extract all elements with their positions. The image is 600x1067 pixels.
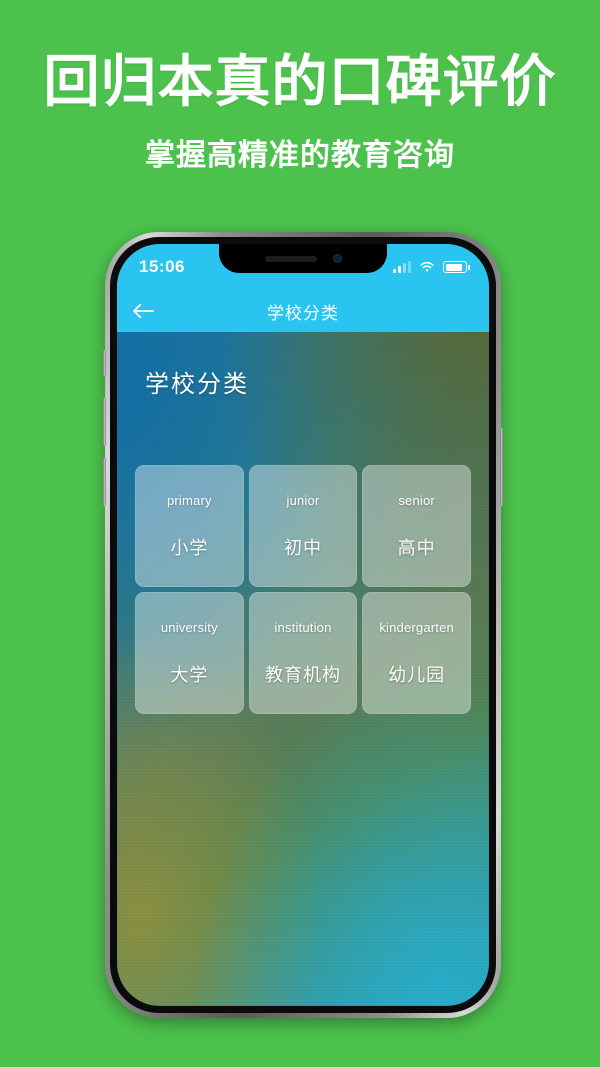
category-card-primary[interactable]: primary 小学 <box>135 465 244 587</box>
category-card-junior[interactable]: junior 初中 <box>248 465 358 587</box>
promo-banner: 回归本真的口碑评价 掌握高精准的教育咨询 <box>0 0 600 174</box>
page-title: 学校分类 <box>145 371 249 398</box>
promo-title: 回归本真的口碑评价 <box>43 50 557 113</box>
category-grid: primary 小学 junior 初中 senior 高中 universit… <box>135 465 471 714</box>
back-arrow-icon <box>133 303 154 319</box>
category-label-en: kindergarten <box>379 619 454 635</box>
category-label-en: university <box>160 619 218 635</box>
phone-notch <box>219 244 387 273</box>
category-label-cn: 高中 <box>397 537 436 558</box>
category-label-cn: 大学 <box>170 664 209 685</box>
earpiece-speaker-icon <box>264 255 317 262</box>
volume-down-button[interactable] <box>103 458 106 506</box>
battery-icon <box>443 261 470 273</box>
category-card-institution[interactable]: institution 教育机构 <box>248 592 358 714</box>
volume-up-button[interactable] <box>103 398 106 446</box>
category-label-en: junior <box>286 492 320 508</box>
category-label-cn: 小学 <box>170 537 209 558</box>
phone-bezel: 15:06 学校分类 学校分类 primary 小学 junior 初中 sen… <box>110 237 496 1013</box>
promo-subtitle: 掌握高精准的教育咨询 <box>145 139 455 173</box>
category-label-cn: 幼儿园 <box>388 664 446 685</box>
category-card-senior[interactable]: senior 高中 <box>362 465 471 587</box>
category-card-university[interactable]: university 大学 <box>135 592 244 714</box>
front-camera-icon <box>332 254 342 263</box>
nav-title: 学校分类 <box>267 303 339 323</box>
category-label-en: senior <box>398 492 435 508</box>
category-card-kindergarten[interactable]: kindergarten 幼儿园 <box>362 592 471 714</box>
wifi-icon <box>420 262 434 272</box>
power-button[interactable] <box>500 428 503 506</box>
status-icons <box>393 261 470 273</box>
nav-bar: 学校分类 <box>117 290 489 332</box>
category-label-en: institution <box>274 619 332 635</box>
back-button[interactable] <box>117 290 169 332</box>
phone-mockup: 15:06 学校分类 学校分类 primary 小学 junior 初中 sen… <box>103 232 503 1018</box>
category-label-cn: 初中 <box>283 537 322 558</box>
status-clock: 15:06 <box>139 257 185 276</box>
category-label-cn: 教育机构 <box>264 664 341 685</box>
page-content: 学校分类 primary 小学 junior 初中 senior 高中 univ… <box>117 332 489 1006</box>
category-label-en: primary <box>166 492 212 508</box>
phone-screen: 15:06 学校分类 学校分类 primary 小学 junior 初中 sen… <box>117 244 489 1006</box>
mute-switch-button[interactable] <box>103 350 106 376</box>
signal-bars-icon <box>393 261 411 273</box>
